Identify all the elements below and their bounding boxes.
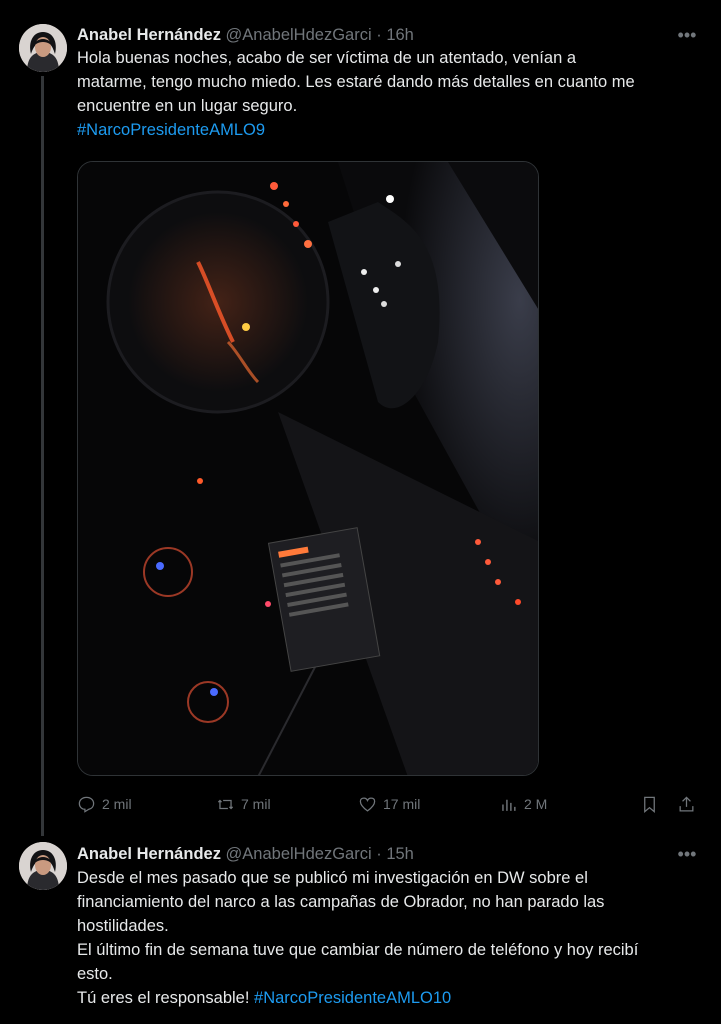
- tweet-media-photo[interactable]: [77, 161, 539, 776]
- reply-count: 2 mil: [102, 796, 132, 812]
- avatar[interactable]: [19, 24, 67, 72]
- share-button[interactable]: [677, 791, 702, 817]
- tweet-text-line: esto.: [77, 965, 113, 983]
- tweet-text-line: Hola buenas noches, acabo de ser víctima…: [77, 49, 577, 67]
- more-horizontal-icon[interactable]: •••: [676, 845, 698, 867]
- hashtag-link[interactable]: #NarcoPresidenteAMLO9: [77, 118, 702, 142]
- share-icon: [679, 795, 694, 811]
- bookmark-icon: [644, 796, 655, 813]
- avatar[interactable]: [19, 842, 67, 890]
- tweet-timestamp[interactable]: 16h: [386, 26, 414, 44]
- hashtag-link[interactable]: #NarcoPresidenteAMLO10: [254, 989, 451, 1007]
- separator-dot: ·: [376, 845, 382, 863]
- tweet-text-line-last: Tú eres el responsable! #NarcoPresidente…: [77, 986, 702, 1010]
- tweet-text: Desde el mes pasado que se publicó mi in…: [77, 866, 702, 1010]
- tweet-timestamp[interactable]: 15h: [386, 845, 414, 863]
- retweet-button[interactable]: 7 mil: [216, 791, 271, 817]
- author-handle[interactable]: @AnabelHdezGarci: [226, 845, 372, 863]
- author-handle[interactable]: @AnabelHdezGarci: [226, 26, 372, 44]
- retweet-icon: [217, 799, 234, 809]
- author-name[interactable]: Anabel Hernández: [77, 845, 221, 863]
- tweet-text-line: hostilidades.: [77, 917, 169, 935]
- reply-button[interactable]: 2 mil: [77, 791, 132, 817]
- retweet-count: 7 mil: [241, 796, 271, 812]
- separator-dot: ·: [376, 26, 382, 44]
- author-name[interactable]: Anabel Hernández: [77, 26, 221, 44]
- more-horizontal-icon[interactable]: •••: [676, 26, 698, 48]
- tweet-text-line: Desde el mes pasado que se publicó mi in…: [77, 869, 588, 887]
- views-button[interactable]: 2 M: [499, 791, 547, 817]
- tweet-text-line: El último fin de semana tuve que cambiar…: [77, 941, 639, 959]
- tweet-header: Anabel Hernández @AnabelHdezGarci · 16h: [77, 23, 414, 47]
- tweet-text-segment: Tú eres el responsable!: [77, 989, 255, 1007]
- tweet-text: Hola buenas noches, acabo de ser víctima…: [77, 46, 702, 142]
- heart-icon: [359, 797, 376, 812]
- tweet-header: Anabel Hernández @AnabelHdezGarci · 15h: [77, 842, 414, 866]
- tweet-1[interactable]: Anabel Hernández @AnabelHdezGarci · 16h …: [0, 0, 721, 836]
- night-car-dashboard-image: [78, 162, 538, 775]
- like-count: 17 mil: [383, 796, 421, 812]
- tweet-text-line: matarme, tengo mucho miedo. Les estaré d…: [77, 73, 635, 91]
- reply-icon: [78, 796, 95, 813]
- bookmark-button[interactable]: [640, 791, 665, 817]
- views-count: 2 M: [524, 796, 548, 812]
- tweet-text-line: encuentre en un lugar seguro.: [77, 97, 298, 115]
- tweet-actions-bar: 2 mil 7 mil 17 mil 2 M: [0, 791, 721, 817]
- views-chart-icon: [502, 799, 516, 811]
- thread-line: [41, 76, 44, 836]
- tweet-2[interactable]: Anabel Hernández @AnabelHdezGarci · 15h …: [0, 830, 721, 1024]
- tweet-text-line: financiamiento del narco a las campañas …: [77, 893, 605, 911]
- like-button[interactable]: 17 mil: [358, 791, 420, 817]
